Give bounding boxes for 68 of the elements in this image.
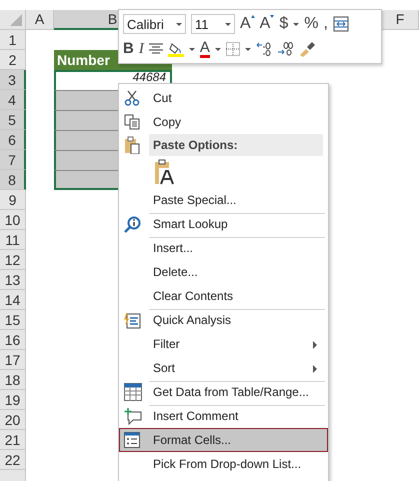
wrap-text-icon[interactable]: [332, 16, 349, 32]
submenu-arrow-icon: [313, 341, 317, 349]
row-header[interactable]: 8: [0, 170, 26, 190]
menu-item[interactable]: Copy: [119, 110, 328, 134]
decimal-arrows-icon[interactable]: [256, 42, 272, 56]
menu-item[interactable]: Paste Special...: [119, 188, 328, 212]
menu-item[interactable]: Pick From Drop-down List...: [119, 452, 328, 476]
submenu-arrow-icon: [313, 365, 317, 373]
menu-section-header: Paste Options:: [149, 134, 323, 156]
row-header[interactable]: 4: [0, 90, 26, 110]
align-center-icon[interactable]: [148, 43, 163, 55]
clipboard-icon: [124, 136, 140, 154]
row-header[interactable]: 21: [0, 430, 26, 450]
menu-item[interactable]: Format Cells...: [119, 428, 328, 452]
borders-icon[interactable]: [226, 42, 240, 56]
shrink-font-button[interactable]: A: [260, 15, 274, 33]
paint-bucket-icon[interactable]: [168, 41, 184, 57]
copy-icon: [124, 114, 140, 130]
search-icon: [124, 216, 141, 232]
menu-item[interactable]: Delete...: [119, 260, 328, 284]
scissors-icon: [124, 90, 140, 106]
row-header[interactable]: 13: [0, 270, 26, 290]
format-button[interactable]: $: [279, 15, 288, 33]
row-header[interactable]: 10: [0, 210, 26, 230]
row-header[interactable]: 3: [0, 70, 26, 90]
row-header[interactable]: 11: [0, 230, 26, 250]
paintbrush-icon[interactable]: [298, 41, 316, 57]
menu-item[interactable]: Insert...: [119, 236, 328, 260]
column-header[interactable]: F: [382, 10, 419, 30]
row-header[interactable]: 7: [0, 150, 26, 170]
row-header[interactable]: 12: [0, 250, 26, 270]
caret-icon[interactable]: [214, 48, 221, 50]
row-header[interactable]: 15: [0, 310, 26, 330]
decimal-arrows-icon[interactable]: [276, 42, 293, 56]
menu-item[interactable]: Clear Contents: [119, 284, 328, 308]
font-color-button[interactable]: A: [200, 40, 210, 58]
row-header[interactable]: 6: [0, 130, 26, 150]
caret-icon[interactable]: [244, 48, 251, 50]
grow-font-button[interactable]: A: [240, 15, 255, 33]
menu-item[interactable]: Get Data from Table/Range...: [119, 380, 328, 404]
row-header[interactable]: 5: [0, 110, 26, 130]
table-icon: [124, 383, 142, 401]
row-header[interactable]: 18: [0, 370, 26, 390]
paste-values-icon[interactable]: [153, 159, 177, 185]
comment-icon: [124, 408, 142, 424]
row-header[interactable]: 22: [0, 450, 26, 470]
menu-item[interactable]: Insert Comment: [119, 404, 328, 428]
caret-icon[interactable]: [188, 48, 195, 50]
row-header[interactable]: 19: [0, 390, 26, 410]
column-header[interactable]: A: [26, 10, 54, 30]
row-header[interactable]: 2: [0, 50, 26, 70]
row-header[interactable]: 9: [0, 190, 26, 210]
format-button[interactable]: ,: [323, 15, 328, 33]
submenu-item[interactable]: Sort: [119, 356, 328, 380]
row-header[interactable]: 20: [0, 410, 26, 430]
menu-item[interactable]: Smart Lookup: [119, 212, 328, 236]
quick-analysis-icon: [124, 312, 141, 328]
row-header[interactable]: 17: [0, 350, 26, 370]
caret-icon[interactable]: [293, 22, 300, 26]
menu-item[interactable]: Quick Analysis: [119, 308, 328, 332]
row-header[interactable]: 14: [0, 290, 26, 310]
format-cells-icon: [124, 432, 140, 448]
format-button[interactable]: %: [304, 15, 318, 33]
submenu-item[interactable]: Filter: [119, 332, 328, 356]
font-size-dropdown[interactable]: 11: [191, 14, 235, 34]
font-dropdown[interactable]: Calibri: [123, 14, 186, 34]
row-header[interactable]: 1: [0, 30, 26, 50]
row-header[interactable]: 16: [0, 330, 26, 350]
